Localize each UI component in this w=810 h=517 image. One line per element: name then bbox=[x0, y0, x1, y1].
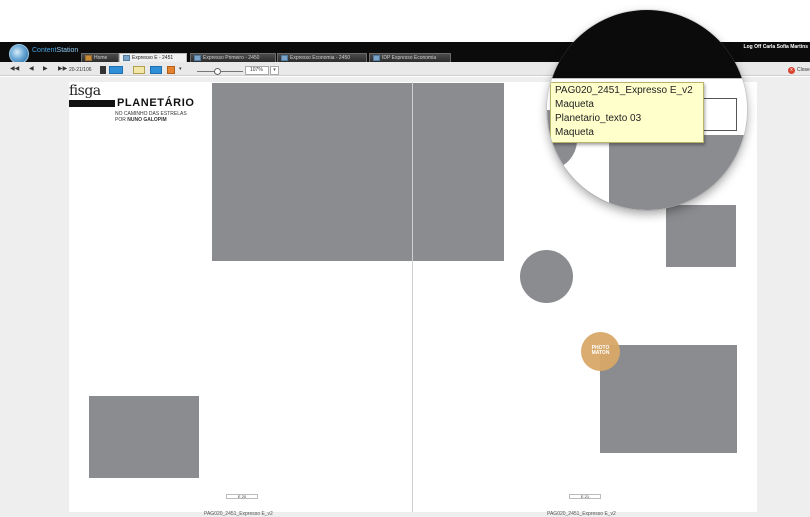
section-title: PLANETÁRIO bbox=[117, 97, 195, 109]
image-placeholder-right-top[interactable] bbox=[413, 83, 504, 261]
section-title-bar bbox=[69, 100, 115, 107]
magnifier-lens: PAG020_2451_Expresso E_v2 Maqueta Planet… bbox=[547, 10, 747, 210]
content-station-app: ContentStation Home Expresso E - 2451 Ex… bbox=[0, 0, 810, 517]
notes-icon[interactable] bbox=[133, 66, 145, 74]
document-icon bbox=[281, 55, 288, 61]
close-label: Close bbox=[797, 67, 810, 73]
circle-placeholder[interactable] bbox=[520, 250, 573, 303]
home-icon bbox=[85, 55, 92, 61]
left-page-number: E 20 bbox=[226, 494, 258, 499]
tab-label: IDP Expresso Economia bbox=[382, 55, 437, 61]
single-page-view-icon[interactable] bbox=[100, 66, 106, 74]
tooltip-page-name: PAG020_2451_Expresso E_v2 bbox=[555, 85, 693, 96]
tab-label: Expresso Primeiro - 2450 bbox=[203, 55, 260, 61]
tooltip-article-status: Maqueta bbox=[555, 127, 594, 138]
tab-expresso-economia-2450[interactable]: Expresso Economia - 2450 bbox=[277, 53, 367, 62]
zoom-input[interactable]: 107% bbox=[245, 66, 269, 75]
document-icon bbox=[373, 55, 380, 61]
tab-label: Expresso Economia - 2450 bbox=[290, 55, 351, 61]
spread-view-icon[interactable] bbox=[109, 66, 123, 74]
magnified-image-placeholder bbox=[609, 135, 747, 210]
preview-icon[interactable] bbox=[150, 66, 162, 74]
page-range-field[interactable]: 20-21/106 bbox=[69, 66, 92, 74]
right-page-name: PAG020_2451_Expresso E_v2 bbox=[547, 511, 616, 517]
photo-maton-label: PHOTO MATON bbox=[581, 346, 620, 356]
close-button[interactable]: x Close bbox=[788, 66, 810, 75]
zoom-dropdown[interactable]: ▾ bbox=[270, 66, 279, 75]
close-icon: x bbox=[788, 67, 795, 74]
byline-author: NUNO GALOPIM bbox=[127, 117, 167, 123]
app-name-part2: Station bbox=[56, 47, 79, 54]
app-name-part1: Content bbox=[32, 47, 57, 54]
app-name: ContentStation bbox=[32, 47, 78, 54]
zoom-slider-thumb[interactable] bbox=[214, 68, 221, 75]
tab-idp-expresso-economia[interactable]: IDP Expresso Economia bbox=[369, 53, 451, 62]
right-page-number: E 21 bbox=[569, 494, 601, 499]
tab-label: Expresso E - 2451 bbox=[132, 55, 174, 61]
brand-logo: fisga bbox=[69, 83, 101, 99]
tab-home[interactable]: Home bbox=[81, 53, 119, 62]
next-page-icon[interactable]: ▶ bbox=[43, 66, 48, 72]
tab-label: Home bbox=[94, 55, 108, 61]
layers-icon[interactable] bbox=[167, 66, 175, 74]
image-placeholder-large[interactable] bbox=[212, 83, 412, 261]
byline-prefix: POR bbox=[115, 117, 128, 123]
tooltip-article-name: Planetario_texto 03 bbox=[555, 113, 642, 124]
page-tooltip: PAG020_2451_Expresso E_v2 Maqueta Planet… bbox=[550, 82, 704, 143]
tab-expresso-primeiro-2450[interactable]: Expresso Primeiro - 2450 bbox=[190, 53, 276, 62]
log-off-link[interactable]: Log Off Carla Sofia Martins bbox=[744, 44, 808, 50]
left-page-name: PAG020_2451_Expresso E_v2 bbox=[204, 511, 273, 517]
tab-expresso-e-2451[interactable]: Expresso E - 2451 bbox=[119, 53, 187, 62]
last-page-icon[interactable]: ▶▶ bbox=[58, 66, 67, 72]
image-placeholder-right-bottom[interactable] bbox=[600, 345, 737, 453]
document-icon bbox=[123, 55, 130, 61]
content-station-logo-icon bbox=[9, 44, 29, 64]
section-byline: POR NUNO GALOPIM bbox=[115, 117, 167, 123]
photo-maton-line2: MATON bbox=[591, 350, 610, 356]
magnified-top-bar bbox=[547, 10, 747, 78]
layers-dropdown-icon[interactable]: ▾ bbox=[179, 66, 182, 72]
previous-page-icon[interactable]: ◀ bbox=[29, 66, 34, 72]
first-page-icon[interactable]: ◀◀ bbox=[10, 66, 19, 72]
document-icon bbox=[194, 55, 201, 61]
magnified-divider bbox=[547, 78, 747, 79]
image-placeholder-right-side[interactable] bbox=[666, 205, 736, 267]
image-placeholder-left-bottom[interactable] bbox=[89, 396, 199, 478]
tooltip-status: Maqueta bbox=[555, 99, 594, 110]
